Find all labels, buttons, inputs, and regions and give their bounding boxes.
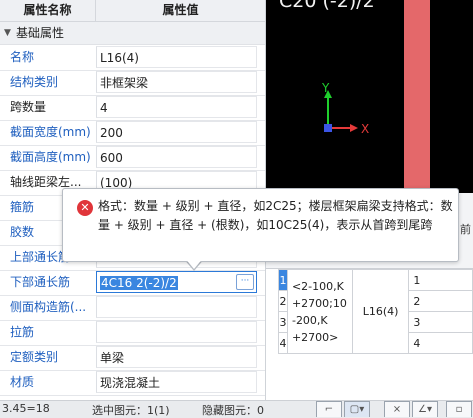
axis-y-label: Y <box>321 82 330 95</box>
stirrup-line: +2700;10 <box>291 296 347 310</box>
property-row[interactable]: 下部通长筋 4C16 2(-2)/2 ··· <box>0 270 265 296</box>
cross-select-icon[interactable]: ⨯ <box>384 401 410 417</box>
property-name: 截面宽度(mm) <box>10 125 91 139</box>
span-index-cell[interactable]: 4 <box>408 332 473 354</box>
property-name: 侧面构造筋(... <box>10 300 87 314</box>
property-name: 截面高度(mm) <box>10 150 91 164</box>
property-row[interactable]: 拉筋 <box>0 320 265 346</box>
span-index-cell[interactable]: 2 <box>408 290 473 312</box>
beam-element[interactable] <box>404 0 430 193</box>
span-table: 1 <2-100,K +2700;10 -200,K +2700> L16(4)… <box>278 269 473 354</box>
beam-name-cell[interactable]: L16(4) <box>351 269 410 354</box>
property-name: 结构类别 <box>10 75 59 89</box>
property-row[interactable]: 侧面构造筋(... <box>0 295 265 321</box>
property-value-field[interactable]: 600 <box>96 146 257 168</box>
row-index-cell[interactable]: 4 <box>278 332 288 354</box>
property-value-field[interactable]: 4 <box>96 96 257 118</box>
status-bar: 3.45=18 选中图元：1(1) 隐藏图元：0 ⌐ ▢▾ ⨯ ∠▾ ▫ <box>0 400 473 418</box>
stirrup-line: +2700> <box>291 330 339 344</box>
property-value-field[interactable]: 单梁 <box>96 346 257 368</box>
property-value-field[interactable] <box>96 296 257 318</box>
property-table-header: 属性名称 属性值 <box>0 0 265 22</box>
status-hidden: 隐藏图元：0 <box>202 404 264 417</box>
error-icon: ✕ <box>77 200 93 216</box>
tooltip-tail-inner <box>184 257 204 269</box>
property-value-field[interactable]: 4C16 2(-2)/2 ··· <box>96 271 257 293</box>
coordinate-axis-icon: Y X <box>321 82 369 136</box>
property-row[interactable]: 截面宽度(mm) 200 <box>0 120 265 146</box>
property-name: 跨数量 <box>10 100 47 114</box>
ellipsis-button[interactable]: ··· <box>236 274 254 290</box>
property-name: 下部通长筋 <box>10 275 71 289</box>
property-row[interactable]: 结构类别 非框架梁 <box>0 70 265 96</box>
axis-x-label: X <box>361 122 369 136</box>
property-value-field[interactable]: L16(4) <box>96 46 257 68</box>
rect-select-icon[interactable]: ▢▾ <box>344 401 370 417</box>
collapse-triangle-icon[interactable]: ▼ <box>4 22 11 44</box>
property-name: 定额类别 <box>10 350 59 364</box>
property-row[interactable]: 名称 L16(4) <box>0 45 265 71</box>
stirrup-cell[interactable]: <2-100,K +2700;10 -200,K +2700> <box>286 269 353 354</box>
property-row[interactable]: 定额类别 单梁 <box>0 345 265 371</box>
tooltip-message: 格式：数量 + 级别 + 直径，如2C25；楼层框架扁梁支持格式：数量 + 级别… <box>98 199 453 232</box>
stirrup-line: -200,K <box>291 313 328 327</box>
status-selected: 选中图元：1(1) <box>92 404 170 417</box>
property-value-field[interactable]: 非框架梁 <box>96 71 257 93</box>
property-row[interactable]: 材质 现浇混凝土 <box>0 370 265 396</box>
table-row[interactable]: 1 <2-100,K +2700;10 -200,K +2700> L16(4)… <box>278 269 473 354</box>
group-basic-properties[interactable]: ▼ 基础属性 <box>0 22 265 45</box>
beam-annotation-label: C20 (-2)/2 <box>279 0 375 12</box>
toolbar-more-icon[interactable]: ▫ <box>446 401 472 417</box>
property-value-field[interactable]: 现浇混凝土 <box>96 371 257 393</box>
row-index-cell[interactable]: 2 <box>278 290 288 312</box>
stirrup-line: <2-100,K <box>291 279 344 293</box>
selected-text: 4C16 2(-2)/2 <box>100 276 178 290</box>
validation-tooltip: ✕ 格式：数量 + 级别 + 直径，如2C25；楼层框架扁梁支持格式：数量 + … <box>62 188 459 262</box>
property-name: 拉筋 <box>10 325 35 339</box>
3d-view-canvas[interactable]: C20 (-2)/2 Y X <box>266 0 473 193</box>
property-name: 材质 <box>10 375 35 389</box>
property-name: 名称 <box>10 50 35 64</box>
span-index-cell[interactable]: 1 <box>408 269 473 291</box>
column-header-name[interactable]: 属性名称 <box>0 0 96 21</box>
status-coords: 3.45=18 <box>2 402 50 415</box>
property-value-field[interactable] <box>96 321 257 343</box>
property-value-field[interactable]: 200 <box>96 121 257 143</box>
property-row[interactable]: 跨数量 4 <box>0 95 265 121</box>
group-label: 基础属性 <box>16 26 65 40</box>
span-index-cell[interactable]: 3 <box>408 311 473 333</box>
line-tool-icon[interactable]: ⌐ <box>316 401 342 417</box>
column-header-value[interactable]: 属性值 <box>96 0 265 21</box>
property-row[interactable]: 截面高度(mm) 600 <box>0 145 265 171</box>
row-index-cell[interactable]: 1 <box>278 269 288 291</box>
row-index-cell[interactable]: 3 <box>278 311 288 333</box>
polyline-tool-icon[interactable]: ∠▾ <box>412 401 438 417</box>
